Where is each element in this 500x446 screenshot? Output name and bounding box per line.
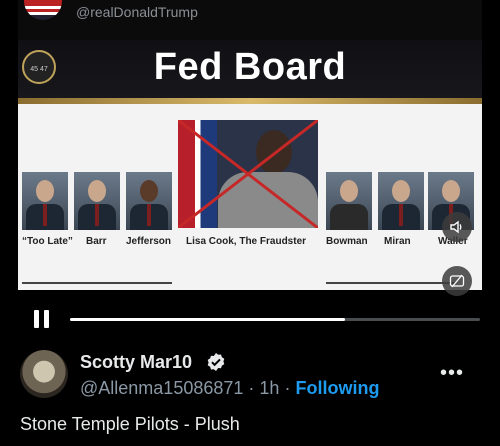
cross-out-mark (178, 120, 318, 228)
label-barr: Barr (86, 236, 107, 247)
verified-badge-icon (207, 353, 225, 371)
slide-underline-left (22, 282, 172, 284)
post-time[interactable]: 1h (259, 378, 279, 398)
avatar[interactable] (20, 350, 68, 398)
label-jefferson: Jefferson (126, 236, 172, 247)
slide-title: Fed Board (153, 46, 347, 88)
pause-button[interactable] (34, 310, 50, 328)
label-too-late: “Too Late” (22, 236, 73, 247)
captions-icon (449, 274, 465, 288)
video-player[interactable]: @realDonaldTrump 45 47 Fed Board “Too La… (0, 0, 500, 296)
portrait-jefferson (126, 172, 172, 230)
post: Scotty Mar10 @Allenma15086871 · 1h · Fol… (0, 342, 500, 446)
separator-2: · (284, 378, 291, 398)
label-bowman: Bowman (326, 236, 368, 247)
portrait-miran (378, 172, 424, 230)
user-handle[interactable]: @Allenma15086871 (80, 378, 243, 398)
pause-icon-bar (44, 310, 49, 328)
label-miran: Miran (384, 236, 411, 247)
post-text: Stone Temple Pilots - Plush (20, 414, 240, 434)
label-cook: Lisa Cook, The Fraudster (186, 236, 307, 247)
handle-row: @Allenma15086871 · 1h · Following (80, 378, 379, 399)
volume-button[interactable] (442, 212, 472, 242)
player-controls (0, 296, 500, 342)
portrait-barr (74, 172, 120, 230)
display-name[interactable]: Scotty Mar10 (80, 352, 192, 373)
progress-fill (70, 318, 345, 321)
more-options-icon[interactable]: ••• (440, 362, 464, 385)
pause-icon (34, 310, 39, 328)
volume-icon (450, 220, 462, 234)
captions-button[interactable] (442, 266, 472, 296)
separator: · (248, 378, 255, 398)
portrait-powell (22, 172, 68, 230)
progress-bar[interactable] (70, 318, 480, 321)
slide-underline-right (326, 282, 456, 284)
following-button[interactable]: Following (295, 378, 379, 398)
portrait-bowman (326, 172, 372, 230)
embedded-handle: @realDonaldTrump (76, 4, 198, 20)
